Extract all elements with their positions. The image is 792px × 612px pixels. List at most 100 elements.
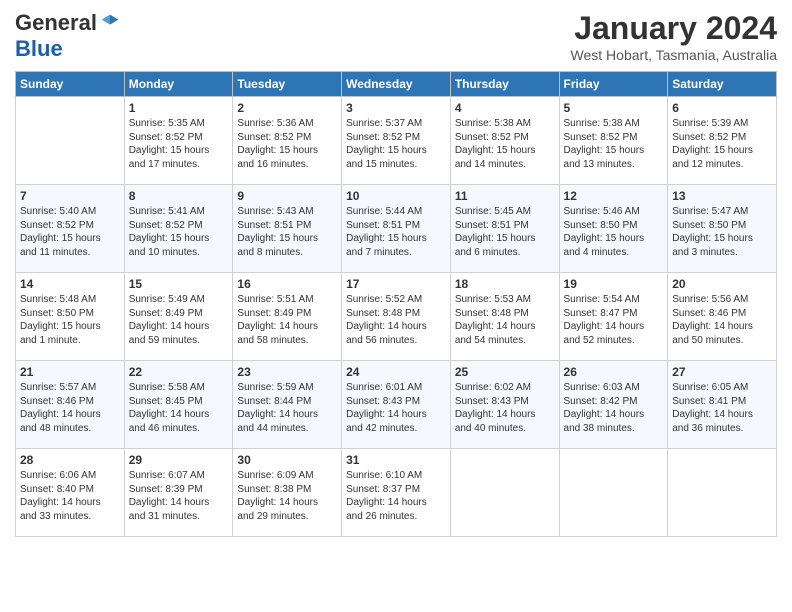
day-number: 19 — [564, 277, 664, 291]
logo-icon — [100, 13, 120, 33]
logo-blue-text: Blue — [15, 36, 63, 62]
cell-content: Sunrise: 6:01 AMSunset: 8:43 PMDaylight:… — [346, 381, 446, 435]
cell-content: Sunrise: 6:02 AMSunset: 8:43 PMDaylight:… — [455, 381, 555, 435]
cell-content: Sunrise: 5:51 AMSunset: 8:49 PMDaylight:… — [237, 293, 337, 347]
calendar-cell: 12 Sunrise: 5:46 AMSunset: 8:50 PMDayligh… — [559, 185, 668, 273]
cell-content: Sunrise: 6:07 AMSunset: 8:39 PMDaylight:… — [129, 469, 229, 523]
logo-general-text: General — [15, 10, 97, 36]
cell-content: Sunrise: 5:39 AMSunset: 8:52 PMDaylight:… — [672, 117, 772, 171]
col-thursday: Thursday — [450, 72, 559, 97]
day-number: 14 — [20, 277, 120, 291]
cell-content: Sunrise: 5:45 AMSunset: 8:51 PMDaylight:… — [455, 205, 555, 259]
calendar-cell — [559, 449, 668, 537]
cell-content: Sunrise: 5:40 AMSunset: 8:52 PMDaylight:… — [20, 205, 120, 259]
calendar-cell: 4Sunrise: 5:38 AMSunset: 8:52 PMDaylight… — [450, 97, 559, 185]
calendar-cell: 2Sunrise: 5:36 AMSunset: 8:52 PMDaylight… — [233, 97, 342, 185]
day-number: 15 — [129, 277, 229, 291]
calendar-table: Sunday Monday Tuesday Wednesday Thursday… — [15, 71, 777, 537]
cell-content: Sunrise: 5:44 AMSunset: 8:51 PMDaylight:… — [346, 205, 446, 259]
header-row: Sunday Monday Tuesday Wednesday Thursday… — [16, 72, 777, 97]
day-number: 26 — [564, 365, 664, 379]
day-number: 27 — [672, 365, 772, 379]
cell-content: Sunrise: 6:05 AMSunset: 8:41 PMDaylight:… — [672, 381, 772, 435]
cell-content: Sunrise: 5:53 AMSunset: 8:48 PMDaylight:… — [455, 293, 555, 347]
cell-content: Sunrise: 6:06 AMSunset: 8:40 PMDaylight:… — [20, 469, 120, 523]
cell-content: Sunrise: 5:52 AMSunset: 8:48 PMDaylight:… — [346, 293, 446, 347]
cell-content: Sunrise: 5:47 AMSunset: 8:50 PMDaylight:… — [672, 205, 772, 259]
cell-content: Sunrise: 6:09 AMSunset: 8:38 PMDaylight:… — [237, 469, 337, 523]
calendar-cell: 15 Sunrise: 5:49 AMSunset: 8:49 PMDayligh… — [124, 273, 233, 361]
calendar-cell: 27 Sunrise: 6:05 AMSunset: 8:41 PMDayligh… — [668, 361, 777, 449]
day-number: 11 — [455, 189, 555, 203]
cell-content: Sunrise: 5:46 AMSunset: 8:50 PMDaylight:… — [564, 205, 664, 259]
calendar-cell: 9 Sunrise: 5:43 AMSunset: 8:51 PMDaylight… — [233, 185, 342, 273]
page: General Blue January 2024 West Hobart, T… — [0, 0, 792, 612]
col-monday: Monday — [124, 72, 233, 97]
day-number: 10 — [346, 189, 446, 203]
calendar-cell — [16, 97, 125, 185]
day-number: 28 — [20, 453, 120, 467]
calendar-cell: 14 Sunrise: 5:48 AMSunset: 8:50 PMDayligh… — [16, 273, 125, 361]
calendar-cell: 28 Sunrise: 6:06 AMSunset: 8:40 PMDayligh… — [16, 449, 125, 537]
cell-content: Sunrise: 6:03 AMSunset: 8:42 PMDaylight:… — [564, 381, 664, 435]
calendar-cell: 11 Sunrise: 5:45 AMSunset: 8:51 PMDayligh… — [450, 185, 559, 273]
day-number: 22 — [129, 365, 229, 379]
week-row-3: 14 Sunrise: 5:48 AMSunset: 8:50 PMDayligh… — [16, 273, 777, 361]
cell-content: Sunrise: 6:10 AMSunset: 8:37 PMDaylight:… — [346, 469, 446, 523]
week-row-2: 7Sunrise: 5:40 AMSunset: 8:52 PMDaylight… — [16, 185, 777, 273]
day-number: 30 — [237, 453, 337, 467]
day-number: 3 — [346, 101, 446, 115]
week-row-4: 21Sunrise: 5:57 AMSunset: 8:46 PMDayligh… — [16, 361, 777, 449]
calendar-cell: 21Sunrise: 5:57 AMSunset: 8:46 PMDayligh… — [16, 361, 125, 449]
calendar-cell: 23Sunrise: 5:59 AMSunset: 8:44 PMDayligh… — [233, 361, 342, 449]
cell-content: Sunrise: 5:56 AMSunset: 8:46 PMDaylight:… — [672, 293, 772, 347]
day-number: 23 — [237, 365, 337, 379]
calendar-cell: 13 Sunrise: 5:47 AMSunset: 8:50 PMDayligh… — [668, 185, 777, 273]
cell-content: Sunrise: 5:48 AMSunset: 8:50 PMDaylight:… — [20, 293, 120, 347]
calendar-cell: 29 Sunrise: 6:07 AMSunset: 8:39 PMDayligh… — [124, 449, 233, 537]
day-number: 17 — [346, 277, 446, 291]
cell-content: Sunrise: 5:35 AMSunset: 8:52 PMDaylight:… — [129, 117, 229, 171]
col-wednesday: Wednesday — [342, 72, 451, 97]
day-number: 12 — [564, 189, 664, 203]
location: West Hobart, Tasmania, Australia — [571, 47, 777, 63]
cell-content: Sunrise: 5:36 AMSunset: 8:52 PMDaylight:… — [237, 117, 337, 171]
calendar-cell: 6 Sunrise: 5:39 AMSunset: 8:52 PMDaylight… — [668, 97, 777, 185]
cell-content: Sunrise: 5:58 AMSunset: 8:45 PMDaylight:… — [129, 381, 229, 435]
calendar-cell: 31 Sunrise: 6:10 AMSunset: 8:37 PMDayligh… — [342, 449, 451, 537]
calendar-cell: 19Sunrise: 5:54 AMSunset: 8:47 PMDayligh… — [559, 273, 668, 361]
calendar-cell: 20 Sunrise: 5:56 AMSunset: 8:46 PMDayligh… — [668, 273, 777, 361]
day-number: 8 — [129, 189, 229, 203]
day-number: 18 — [455, 277, 555, 291]
col-sunday: Sunday — [16, 72, 125, 97]
day-number: 13 — [672, 189, 772, 203]
day-number: 9 — [237, 189, 337, 203]
cell-content: Sunrise: 5:41 AMSunset: 8:52 PMDaylight:… — [129, 205, 229, 259]
cell-content: Sunrise: 5:37 AMSunset: 8:52 PMDaylight:… — [346, 117, 446, 171]
day-number: 25 — [455, 365, 555, 379]
calendar-cell — [450, 449, 559, 537]
day-number: 4 — [455, 101, 555, 115]
calendar-cell: 24 Sunrise: 6:01 AMSunset: 8:43 PMDayligh… — [342, 361, 451, 449]
day-number: 16 — [237, 277, 337, 291]
calendar-cell: 5 Sunrise: 5:38 AMSunset: 8:52 PMDaylight… — [559, 97, 668, 185]
day-number: 6 — [672, 101, 772, 115]
day-number: 31 — [346, 453, 446, 467]
day-number: 1 — [129, 101, 229, 115]
cell-content: Sunrise: 5:38 AMSunset: 8:52 PMDaylight:… — [564, 117, 664, 171]
cell-content: Sunrise: 5:43 AMSunset: 8:51 PMDaylight:… — [237, 205, 337, 259]
calendar-cell — [668, 449, 777, 537]
calendar-cell: 26 Sunrise: 6:03 AMSunset: 8:42 PMDayligh… — [559, 361, 668, 449]
day-number: 29 — [129, 453, 229, 467]
calendar-cell: 18 Sunrise: 5:53 AMSunset: 8:48 PMDayligh… — [450, 273, 559, 361]
col-friday: Friday — [559, 72, 668, 97]
col-saturday: Saturday — [668, 72, 777, 97]
day-number: 5 — [564, 101, 664, 115]
day-number: 24 — [346, 365, 446, 379]
calendar-cell: 7Sunrise: 5:40 AMSunset: 8:52 PMDaylight… — [16, 185, 125, 273]
cell-content: Sunrise: 5:49 AMSunset: 8:49 PMDaylight:… — [129, 293, 229, 347]
day-number: 20 — [672, 277, 772, 291]
calendar-cell: 1 Sunrise: 5:35 AMSunset: 8:52 PMDaylight… — [124, 97, 233, 185]
calendar-cell: 8 Sunrise: 5:41 AMSunset: 8:52 PMDaylight… — [124, 185, 233, 273]
week-row-1: 1 Sunrise: 5:35 AMSunset: 8:52 PMDaylight… — [16, 97, 777, 185]
